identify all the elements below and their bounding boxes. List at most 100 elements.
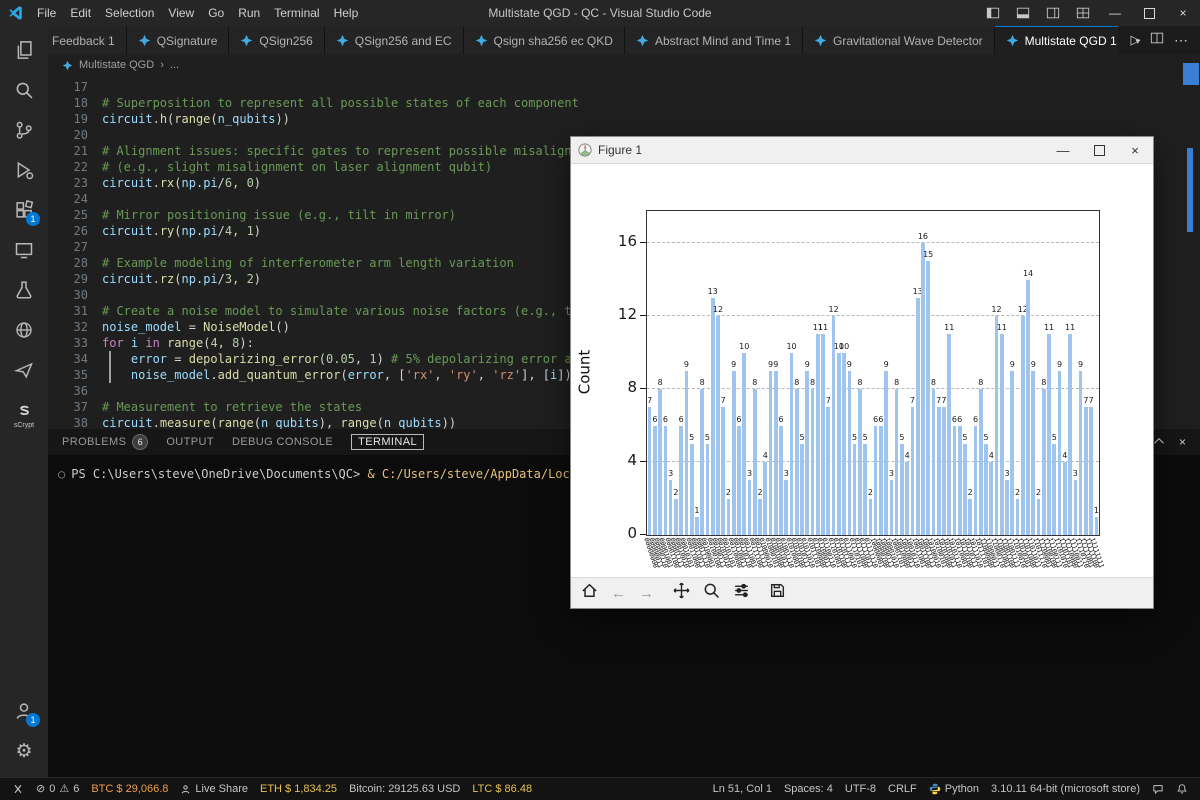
menu-run[interactable]: Run	[231, 6, 267, 20]
save-icon[interactable]	[769, 582, 786, 604]
run-python-button[interactable]: ▷▾	[1130, 31, 1140, 49]
minimize-button[interactable]: —	[1098, 0, 1132, 26]
breadcrumb-symbol[interactable]: ...	[170, 59, 179, 71]
bar-value-label: 7	[825, 396, 831, 406]
remote-explorer-icon[interactable]	[0, 230, 48, 270]
tab-2[interactable]: QSign256	[229, 26, 325, 54]
indentation[interactable]: Spaces: 4	[778, 778, 839, 800]
search-icon[interactable]	[0, 70, 48, 110]
customize-layout-icon[interactable]	[1068, 0, 1098, 26]
back-icon[interactable]: ←	[611, 586, 626, 601]
bar	[1020, 316, 1025, 535]
figure-close-button[interactable]: ×	[1117, 137, 1153, 163]
breadcrumb[interactable]: Multistate QGD › ...	[48, 54, 1200, 76]
bar-value-label: 7	[647, 396, 653, 406]
menu-go[interactable]: Go	[201, 6, 231, 20]
remote-indicator[interactable]	[6, 778, 30, 800]
tab-5[interactable]: Abstract Mind and Time 1	[624, 26, 803, 54]
bar	[826, 407, 831, 535]
toggle-sidebar-icon[interactable]	[978, 0, 1008, 26]
scrollbar-thumb[interactable]	[1187, 148, 1193, 232]
close-button[interactable]: ×	[1166, 0, 1200, 26]
zoom-icon[interactable]	[703, 582, 720, 604]
source-control-icon[interactable]	[0, 110, 48, 150]
python-interpreter[interactable]: 3.10.11 64-bit (microsoft store)	[985, 778, 1146, 800]
tab-0[interactable]: d Feedback 1	[48, 26, 127, 54]
cursor-position[interactable]: Ln 51, Col 1	[707, 778, 778, 800]
language-mode[interactable]: Python	[923, 778, 985, 800]
bar-value-label: 9	[731, 359, 737, 369]
bar-value-label: 11	[817, 323, 829, 333]
bar	[784, 480, 789, 535]
panel-tab-problems[interactable]: PROBLEMS 6	[62, 434, 149, 450]
home-icon[interactable]	[581, 582, 598, 604]
close-panel-icon[interactable]: ×	[1179, 435, 1186, 449]
tab-1[interactable]: QSignature	[126, 26, 230, 54]
explorer-icon[interactable]	[0, 30, 48, 70]
live-share-button[interactable]: Live Share	[174, 778, 254, 800]
ytick-label: 12	[617, 305, 637, 323]
code-line-17: 17	[48, 79, 1200, 95]
bar	[1094, 516, 1099, 535]
eol-sequence[interactable]: CRLF	[882, 778, 923, 800]
split-editor-icon[interactable]	[1150, 31, 1164, 50]
menu-selection[interactable]: Selection	[98, 6, 161, 20]
bar	[653, 425, 657, 535]
toggle-secondary-sidebar-icon[interactable]	[1038, 0, 1068, 26]
menu-file[interactable]: File	[30, 6, 63, 20]
problems-status[interactable]: ⊘ 0 ⚠ 6	[30, 778, 85, 800]
scrypt-extension-icon[interactable]: sCrypt	[0, 390, 48, 442]
tab-4[interactable]: Qsign sha256 ec QKD	[463, 26, 625, 54]
bar	[710, 297, 715, 535]
menu-help[interactable]: Help	[327, 6, 366, 20]
tab-6[interactable]: Gravitational Wave Detector	[803, 26, 995, 54]
bar	[873, 425, 878, 535]
btc-ticker[interactable]: BTC $ 29,066.8	[85, 778, 174, 800]
bar	[695, 516, 699, 535]
bar	[700, 389, 705, 535]
ytick-mark	[640, 461, 646, 462]
maximize-button[interactable]	[1132, 0, 1166, 26]
panel-tab-terminal[interactable]: TERMINAL	[351, 434, 424, 450]
figure-minimize-button[interactable]: —	[1045, 137, 1081, 163]
panel-tab-output[interactable]: OUTPUT	[166, 436, 214, 448]
encoding[interactable]: UTF-8	[839, 778, 882, 800]
eth-ticker[interactable]: ETH $ 1,834.25	[254, 778, 343, 800]
bar	[1068, 334, 1072, 535]
overview-ruler-decoration[interactable]	[1183, 63, 1199, 85]
maximize-panel-icon[interactable]	[1153, 435, 1165, 450]
extensions-icon[interactable]: 1	[0, 190, 48, 230]
run-debug-icon[interactable]	[0, 150, 48, 190]
accounts-icon[interactable]: 1	[0, 691, 48, 731]
menu-edit[interactable]: Edit	[63, 6, 98, 20]
feedback-icon[interactable]	[1146, 778, 1170, 800]
bar-value-label: 8	[857, 378, 863, 387]
figure-maximize-button[interactable]	[1081, 137, 1117, 163]
pan-icon[interactable]	[673, 582, 690, 604]
menu-terminal[interactable]: Terminal	[267, 6, 326, 20]
breadcrumb-file[interactable]: Multistate QGD	[79, 59, 154, 71]
ltc-ticker[interactable]: LTC $ 86.48	[466, 778, 538, 800]
figure-window[interactable]: Figure 1 — × Count 7 6 8 6 3 2 6 9 5 1 8 5 13 12 7 2 9 6 1…	[570, 136, 1154, 609]
more-actions-icon[interactable]: ⋯	[1174, 32, 1188, 49]
testing-beaker-icon[interactable]	[0, 270, 48, 310]
configure-subplots-icon[interactable]	[733, 582, 750, 604]
panel-tab-debug-console[interactable]: DEBUG CONSOLE	[232, 436, 333, 448]
tab-7-active[interactable]: Multistate QGD 1×	[994, 26, 1119, 54]
bitcoin-price[interactable]: Bitcoin: 29125.63 USD	[343, 778, 466, 800]
tab-label: QSignature	[156, 33, 218, 48]
bar	[689, 443, 694, 535]
tab-3[interactable]: QSign256 and EC	[324, 26, 464, 54]
notifications-bell-icon[interactable]	[1170, 778, 1194, 800]
line-number: 29	[73, 272, 88, 286]
breadcrumb-separator: ›	[160, 59, 164, 71]
menu-view[interactable]: View	[161, 6, 201, 20]
globe-icon[interactable]	[0, 310, 48, 350]
bar	[663, 425, 668, 535]
settings-gear-icon[interactable]: ⚙	[0, 731, 48, 771]
figure-titlebar[interactable]: Figure 1 — ×	[571, 137, 1153, 164]
forward-icon[interactable]: →	[639, 586, 654, 601]
share-icon[interactable]	[0, 350, 48, 390]
toggle-panel-icon[interactable]	[1008, 0, 1038, 26]
figure-toolbar: ← →	[571, 577, 1153, 608]
